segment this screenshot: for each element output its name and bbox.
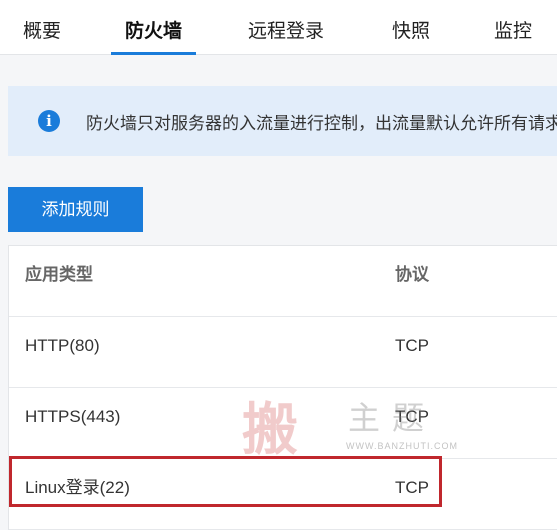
table-row[interactable]: Linux登录(22) TCP [9, 459, 557, 530]
cell-protocol: TCP [395, 336, 429, 355]
tab-bar: 概要 防火墙 远程登录 快照 监控 [0, 0, 557, 55]
tab-overview[interactable]: 概要 [23, 0, 61, 55]
add-rule-button[interactable]: 添加规则 [8, 187, 143, 232]
header-protocol: 协议 [395, 265, 429, 284]
tab-remote-login[interactable]: 远程登录 [248, 0, 324, 55]
cell-app: Linux登录(22) [25, 478, 130, 497]
firewall-rules-table: 应用类型 协议 HTTP(80) TCP HTTPS(443) TCP Linu… [8, 245, 557, 530]
tab-snapshot[interactable]: 快照 [392, 0, 430, 55]
info-circle-icon: i [38, 110, 60, 132]
firewall-notice: i 防火墙只对服务器的入流量进行控制，出流量默认允许所有请求 [8, 86, 557, 156]
table-row[interactable]: HTTP(80) TCP [9, 317, 557, 388]
tab-monitoring[interactable]: 监控 [494, 0, 532, 55]
cell-protocol: TCP [395, 407, 429, 426]
tab-firewall[interactable]: 防火墙 [110, 0, 197, 55]
notice-text: 防火墙只对服务器的入流量进行控制，出流量默认允许所有请求 [86, 114, 557, 133]
table-row[interactable]: HTTPS(443) TCP [9, 388, 557, 459]
cell-app: HTTPS(443) [25, 407, 121, 426]
header-app-type: 应用类型 [25, 265, 93, 284]
cell-protocol: TCP [395, 478, 429, 497]
cell-app: HTTP(80) [25, 336, 100, 355]
table-header-row: 应用类型 协议 [9, 246, 557, 317]
